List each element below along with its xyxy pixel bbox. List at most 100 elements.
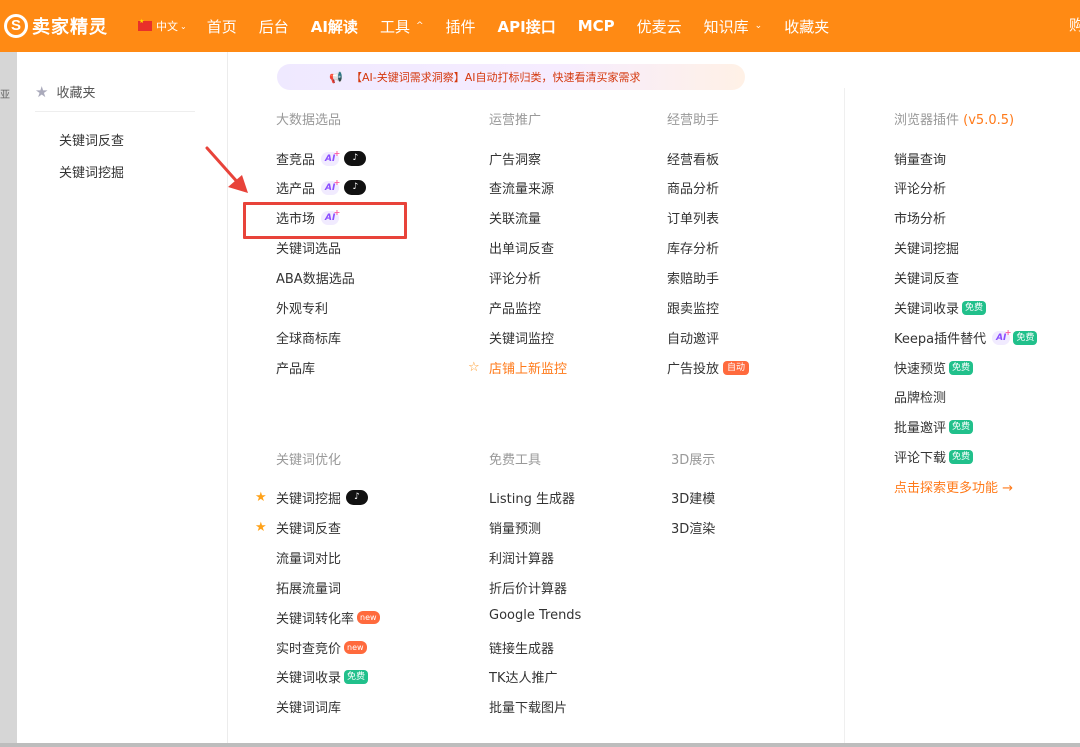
column-divider — [844, 88, 845, 743]
chevron-down-icon: ⌄ — [180, 21, 187, 31]
menu-item-claim-assistant[interactable]: 索赔助手 — [667, 268, 719, 287]
menu-item-keyword-library[interactable]: 关键词词库 — [276, 697, 341, 716]
menu-item-product-monitor[interactable]: 产品监控 — [489, 298, 541, 317]
menu-item-review-download[interactable]: 评论下载 免费 — [894, 447, 974, 466]
menu-item-related-traffic[interactable]: 关联流量 — [489, 208, 541, 227]
favorites-sidebar: ★ 收藏夹 关键词反查 关键词挖掘 — [17, 52, 228, 743]
nav-favorites[interactable]: 收藏夹 — [784, 16, 829, 37]
menu-item-aba-selection[interactable]: ABA数据选品 — [276, 268, 355, 287]
menu-item-keyword-conversion[interactable]: 关键词转化率 new — [276, 608, 380, 627]
section-title-label: 浏览器插件 — [894, 113, 960, 128]
menu-item-store-new-monitor[interactable]: ☆ 店铺上新监控 — [468, 358, 567, 377]
menu-item-expand-traffic-keyword[interactable]: 拓展流量词 — [276, 578, 341, 597]
menu-item-quick-preview[interactable]: 快速预览 免费 — [894, 358, 974, 377]
nav-knowledge-label: 知识库 — [703, 17, 749, 36]
star-icon: ★ — [255, 520, 267, 535]
nav-home[interactable]: 首页 — [207, 16, 237, 37]
menu-item-traffic-keyword-compare[interactable]: 流量词对比 — [276, 548, 341, 567]
menu-item-review-analysis[interactable]: 评论分析 — [489, 268, 541, 287]
menu-item-keyword-indexing-opt[interactable]: 关键词收录 免费 — [276, 667, 369, 686]
menu-item-3d-rendering[interactable]: 3D渲染 — [671, 518, 715, 537]
star-outline-icon: ☆ — [468, 360, 480, 375]
nav-plugin[interactable]: 插件 — [446, 16, 476, 37]
menu-item-order-list[interactable]: 订单列表 — [667, 208, 719, 227]
menu-item-ad-placement[interactable]: 广告投放 自动 — [667, 358, 750, 377]
explore-more-link[interactable]: 点击探索更多功能 → — [894, 477, 1013, 496]
menu-item-keyword-selection[interactable]: 关键词选品 — [276, 238, 341, 257]
favorites-heading: ★ 收藏夹 — [35, 82, 95, 102]
favorite-link-keyword-mining[interactable]: 关键词挖掘 — [59, 162, 124, 181]
menu-item-plugin-keyword-reverse[interactable]: 关键词反查 — [894, 268, 959, 287]
menu-item-keepa-alternative[interactable]: Keepa插件替代 AI 免费 — [894, 326, 1038, 347]
menu-item-plugin-keyword-mining[interactable]: 关键词挖掘 — [894, 238, 959, 257]
menu-item-bulk-image-download[interactable]: 批量下载图片 — [489, 697, 567, 716]
nav-tools[interactable]: 工具 ^ — [380, 16, 424, 37]
menu-item-bulk-review-request[interactable]: 批量邀评 免费 — [894, 417, 974, 436]
free-badge: 免费 — [949, 449, 974, 464]
favorite-link-keyword-reverse[interactable]: 关键词反查 — [59, 130, 124, 149]
menu-item-label: 广告投放 — [667, 362, 720, 377]
nav-tools-label: 工具 — [379, 17, 410, 36]
menu-item-global-trademark[interactable]: 全球商标库 — [276, 328, 341, 347]
section-title-keyword-optimization: 关键词优化 — [276, 453, 342, 468]
ai-badge: AI — [321, 147, 341, 166]
nav-buy-cut[interactable]: 购 — [1069, 14, 1080, 35]
nav-ai-insight[interactable]: AI解读 — [311, 16, 358, 37]
background-page-strip: 亚 — [0, 52, 17, 747]
menu-item-realtime-bid[interactable]: 实时查竞价 new — [276, 638, 367, 657]
menu-item-3d-modeling[interactable]: 3D建模 — [671, 488, 715, 507]
menu-item-keyword-monitor[interactable]: 关键词监控 — [489, 328, 554, 347]
menu-item-brand-check[interactable]: 品牌检测 — [894, 387, 946, 406]
menu-item-hijack-monitor[interactable]: 跟卖监控 — [667, 298, 719, 317]
menu-item-design-patent[interactable]: 外观专利 — [276, 298, 328, 317]
nav-knowledge[interactable]: 知识库 ⌄ — [704, 16, 763, 37]
announcement-banner[interactable]: 📢 【AI-关键词需求洞察】AI自动打标归类，快速看清买家需求 — [277, 64, 745, 90]
nav-mcp[interactable]: MCP — [578, 17, 615, 35]
menu-item-profit-calculator[interactable]: 利润计算器 — [489, 548, 554, 567]
nav-youmaiyun[interactable]: 优麦云 — [637, 16, 682, 37]
divider — [35, 111, 195, 112]
menu-item-auto-review-request[interactable]: 自动邀评 — [667, 328, 719, 347]
menu-item-traffic-source[interactable]: 查流量来源 — [489, 178, 554, 197]
menu-item-label: 关键词反查 — [276, 522, 342, 537]
menu-item-listing-generator[interactable]: Listing 生成器 — [489, 488, 575, 507]
menu-item-ad-insight[interactable]: 广告洞察 — [489, 149, 541, 168]
menu-item-label: Keepa插件替代 — [894, 332, 987, 347]
auto-badge: 自动 — [723, 360, 750, 375]
menu-item-sales-forecast[interactable]: 销量预测 — [489, 518, 541, 537]
menu-item-label: 快速预览 — [894, 362, 947, 377]
plugin-version: (v5.0.5) — [963, 113, 1015, 128]
ai-badge: AI — [321, 176, 341, 195]
menu-item-google-trends[interactable]: Google Trends — [489, 608, 581, 623]
menu-item-plugin-review-analysis[interactable]: 评论分析 — [894, 178, 946, 197]
nav-backend[interactable]: 后台 — [259, 16, 289, 37]
menu-item-keyword-mining[interactable]: ★ 关键词挖掘 ♪ — [255, 488, 369, 507]
highlight-box-annotation — [243, 202, 407, 239]
menu-item-inventory-analysis[interactable]: 库存分析 — [667, 238, 719, 257]
menu-item-goods-analysis[interactable]: 商品分析 — [667, 178, 719, 197]
menu-item-check-competitor[interactable]: 查竞品 AI ♪ — [276, 147, 367, 168]
logo-icon: S — [4, 14, 28, 38]
menu-item-discount-calculator[interactable]: 折后价计算器 — [489, 578, 567, 597]
menu-item-market-analysis[interactable]: 市场分析 — [894, 208, 946, 227]
menu-item-select-product[interactable]: 选产品 AI ♪ — [276, 176, 367, 197]
menu-item-link-generator[interactable]: 链接生成器 — [489, 638, 554, 657]
nav-api[interactable]: API接口 — [498, 16, 556, 37]
menu-item-keyword-indexing[interactable]: 关键词收录 免费 — [894, 298, 987, 317]
free-badge: 免费 — [949, 360, 974, 375]
megaphone-icon: 📢 — [329, 70, 343, 84]
menu-item-order-keyword-reverse[interactable]: 出单词反查 — [489, 238, 554, 257]
menu-item-tk-influencer[interactable]: TK达人推广 — [489, 667, 557, 686]
tiktok-icon: ♪ — [344, 151, 367, 166]
bottom-edge — [0, 743, 1080, 747]
star-icon: ★ — [35, 82, 49, 101]
free-badge: 免费 — [1013, 330, 1038, 345]
menu-item-business-dashboard[interactable]: 经营看板 — [667, 149, 719, 168]
logo[interactable]: S 卖家精灵 — [4, 13, 126, 39]
language-selector[interactable]: 中文 ⌄ — [156, 18, 187, 34]
menu-item-sales-query[interactable]: 销量查询 — [894, 149, 946, 168]
menu-item-product-library[interactable]: 产品库 — [276, 358, 315, 377]
menu-item-keyword-reverse[interactable]: ★ 关键词反查 — [255, 518, 342, 537]
menu-item-label: 批量邀评 — [894, 421, 947, 436]
menu-item-label: 关键词转化率 — [276, 612, 355, 627]
